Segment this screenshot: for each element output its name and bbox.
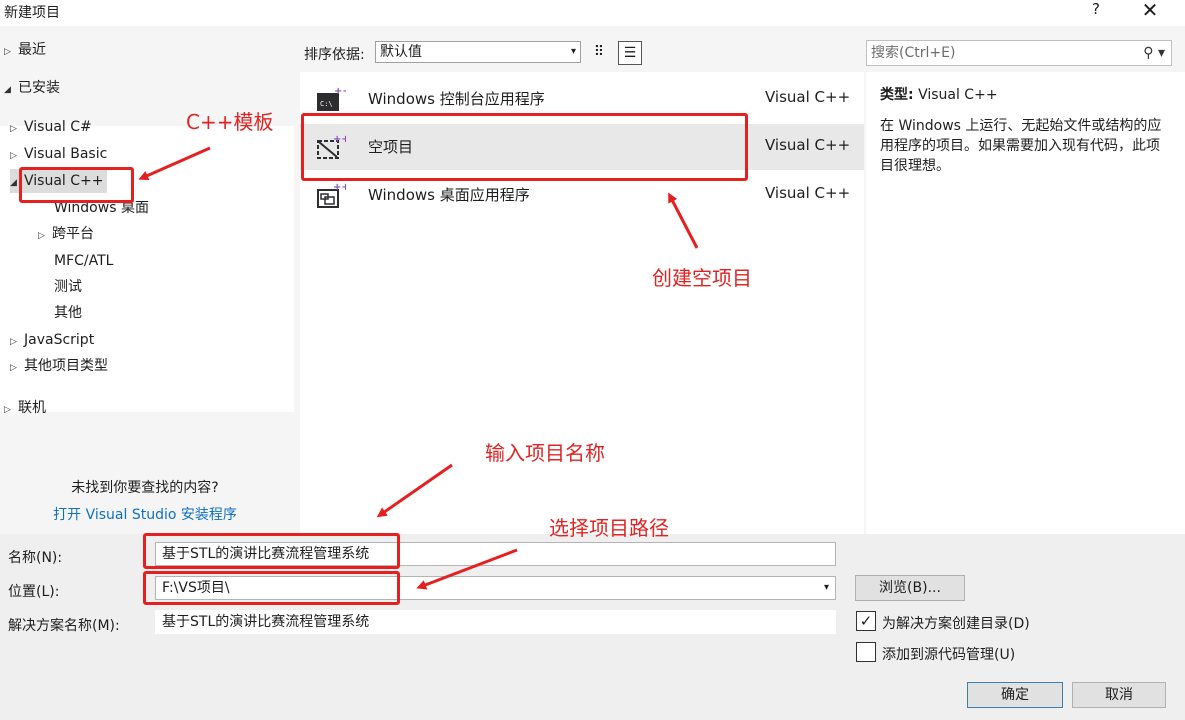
svg-text:++: ++ bbox=[334, 86, 346, 97]
expand-triangle-icon: ▷ bbox=[10, 363, 17, 373]
expand-triangle-icon: ▷ bbox=[10, 151, 17, 161]
tree-item-visual-csharp[interactable]: ▷ Visual C# bbox=[10, 115, 92, 139]
annotation-box-location bbox=[143, 571, 400, 605]
title-bar: 新建项目 ? ✕ bbox=[0, 0, 1185, 26]
annotation-cpp-template: C++模板 bbox=[186, 110, 274, 134]
details-panel: 类型: Visual C++ 在 Windows 上运行、无起始文件或结构的应用… bbox=[866, 72, 1185, 534]
solution-name-label: 解决方案名称(M): bbox=[8, 618, 120, 634]
search-input[interactable]: 搜索(Ctrl+E) ⚲ ▾ bbox=[866, 40, 1172, 66]
search-placeholder: 搜索(Ctrl+E) bbox=[871, 45, 956, 61]
ok-button[interactable]: 确定 bbox=[967, 682, 1063, 708]
tree-label: Visual Basic bbox=[24, 146, 108, 162]
tree-item-javascript[interactable]: ▷ JavaScript bbox=[10, 328, 94, 352]
template-name: Windows 桌面应用程序 bbox=[368, 186, 530, 204]
tree-item-installed[interactable]: ◢ 已安装 bbox=[4, 76, 60, 100]
tree-label: 已安装 bbox=[18, 80, 60, 96]
template-language: Visual C++ bbox=[765, 88, 851, 106]
grid-view-icon: ⠿ bbox=[593, 44, 605, 60]
type-line: 类型: Visual C++ bbox=[880, 84, 998, 104]
tree-label: 联机 bbox=[18, 400, 46, 416]
annotation-enter-name: 输入项目名称 bbox=[485, 441, 605, 465]
svg-text:C:\: C:\ bbox=[320, 100, 333, 108]
open-installer-link[interactable]: 打开 Visual Studio 安装程序 bbox=[0, 504, 290, 524]
template-name: Windows 控制台应用程序 bbox=[368, 90, 545, 108]
search-icon[interactable]: ⚲ ▾ bbox=[1143, 41, 1165, 65]
tree-item-mfc-atl[interactable]: MFC/ATL bbox=[54, 249, 113, 273]
tree-label: 跨平台 bbox=[52, 226, 94, 242]
create-directory-checkbox[interactable]: ✓ bbox=[856, 611, 876, 631]
expand-triangle-icon: ▷ bbox=[4, 405, 11, 415]
name-label: 名称(N): bbox=[8, 550, 63, 566]
browse-button[interactable]: 浏览(B)... bbox=[855, 575, 965, 601]
template-language: Visual C++ bbox=[765, 136, 851, 154]
category-panel: ▷ 最近 ◢ 已安装 ▷ Visual C# ▷ Visual Basic ◢ Visua… bbox=[0, 26, 300, 536]
tree-label: 其他项目类型 bbox=[24, 358, 108, 374]
expand-triangle-icon: ▷ bbox=[10, 337, 17, 347]
help-button[interactable]: ? bbox=[1088, 0, 1104, 18]
sort-value: 默认值 bbox=[380, 44, 422, 60]
type-label: 类型: bbox=[880, 87, 914, 103]
template-description: 在 Windows 上运行、无起始文件或结构的应用程序的项目。如果需要加入现有代… bbox=[880, 118, 1162, 174]
tree-label: 最近 bbox=[18, 42, 46, 58]
chevron-down-icon: ▾ bbox=[570, 46, 576, 57]
create-directory-label: 为解决方案创建目录(D) bbox=[882, 616, 1030, 632]
tree-label: 测试 bbox=[54, 279, 82, 295]
sort-dropdown[interactable]: 默认值 ▾ bbox=[375, 41, 581, 63]
sort-label: 排序依据: bbox=[304, 47, 365, 63]
tree-item-test[interactable]: 测试 bbox=[54, 275, 82, 299]
tree-item-visual-basic[interactable]: ▷ Visual Basic bbox=[10, 142, 107, 166]
desktop-app-icon: ++ bbox=[317, 182, 346, 208]
solution-name-input[interactable]: 基于STL的演讲比赛流程管理系统 bbox=[155, 610, 836, 634]
template-toolbar: 排序依据: 默认值 ▾ ⠿ ☰ bbox=[300, 36, 860, 68]
expand-triangle-icon: ▷ bbox=[4, 47, 11, 57]
tree-label: JavaScript bbox=[24, 332, 95, 348]
source-control-label: 添加到源代码管理(U) bbox=[882, 647, 1016, 663]
solution-name-value: 基于STL的演讲比赛流程管理系统 bbox=[162, 614, 370, 630]
annotation-box-name bbox=[143, 533, 400, 569]
list-view-button[interactable]: ☰ bbox=[618, 41, 642, 65]
type-value: Visual C++ bbox=[918, 87, 998, 103]
template-language: Visual C++ bbox=[765, 184, 851, 202]
expand-triangle-icon: ▷ bbox=[38, 231, 45, 241]
grid-view-button[interactable]: ⠿ bbox=[587, 41, 611, 65]
tree-label: MFC/ATL bbox=[54, 253, 114, 269]
tree-item-other[interactable]: 其他 bbox=[54, 301, 82, 325]
window-title: 新建项目 bbox=[4, 5, 60, 21]
cancel-button[interactable]: 取消 bbox=[1072, 682, 1166, 708]
close-button[interactable]: ✕ bbox=[1140, 0, 1160, 22]
not-found-text: 未找到你要查找的内容? bbox=[71, 480, 219, 496]
tree-item-online[interactable]: ▷ 联机 bbox=[4, 396, 46, 420]
expand-triangle-icon: ▷ bbox=[10, 124, 17, 134]
annotation-choose-path: 选择项目路径 bbox=[549, 516, 669, 540]
source-control-checkbox[interactable] bbox=[856, 642, 876, 662]
chevron-down-icon[interactable]: ▾ bbox=[824, 577, 829, 599]
collapse-triangle-icon: ◢ bbox=[4, 85, 11, 95]
tree-label: Visual C# bbox=[24, 119, 92, 135]
tree-label: 其他 bbox=[54, 305, 82, 321]
annotation-create-empty: 创建空项目 bbox=[652, 266, 752, 290]
tree-item-other-project-types[interactable]: ▷ 其他项目类型 bbox=[10, 354, 108, 378]
location-label: 位置(L): bbox=[8, 584, 60, 600]
list-view-icon: ☰ bbox=[623, 45, 637, 61]
tree-item-cross-platform[interactable]: ▷ 跨平台 bbox=[38, 222, 94, 246]
console-app-icon: C:\ ++ bbox=[317, 86, 346, 111]
checkmark-icon: ✓ bbox=[859, 612, 873, 630]
svg-text:++: ++ bbox=[333, 182, 346, 193]
tree-item-recent[interactable]: ▷ 最近 bbox=[4, 38, 46, 62]
annotation-box-visual-cpp bbox=[19, 167, 134, 203]
annotation-box-empty-project bbox=[301, 113, 748, 181]
